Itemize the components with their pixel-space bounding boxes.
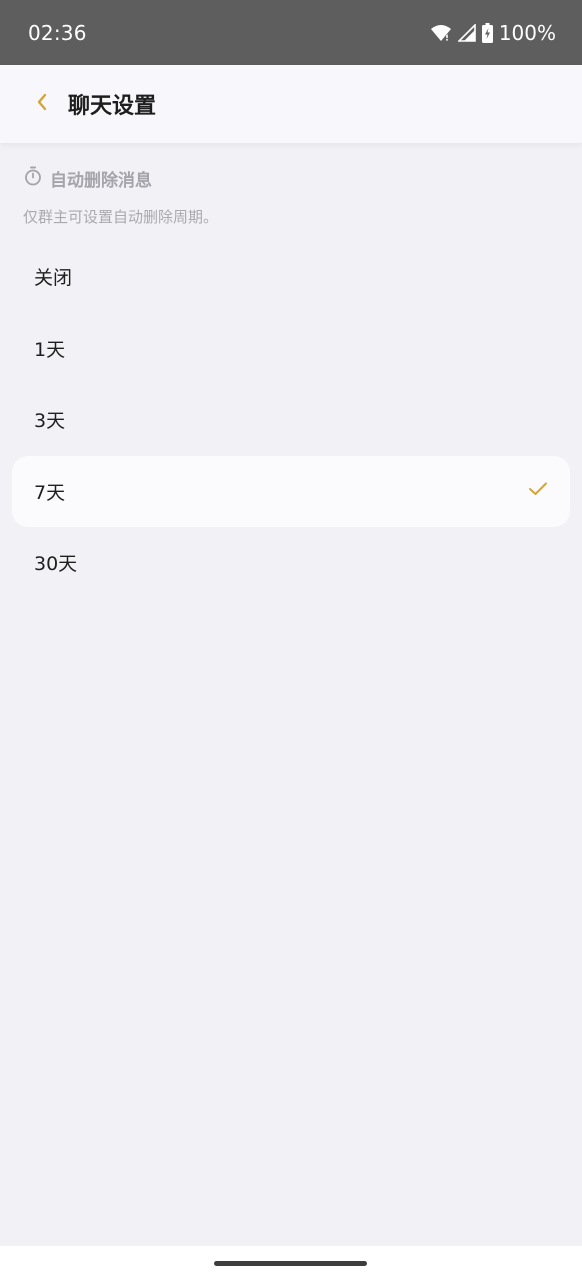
status-time: 02:36	[28, 20, 87, 45]
battery-charging-icon	[481, 22, 493, 43]
option-3-days[interactable]: 3天	[12, 384, 570, 456]
page-title: 聊天设置	[68, 94, 157, 119]
option-1-day[interactable]: 1天	[12, 313, 570, 385]
option-label: 30天	[34, 553, 78, 576]
option-label: 3天	[34, 410, 66, 433]
battery-percent: 100%	[498, 20, 556, 45]
option-30-days[interactable]: 30天	[12, 527, 570, 599]
section-description: 仅群主可设置自动删除周期。	[23, 208, 219, 226]
option-label: 关闭	[34, 267, 73, 290]
timer-icon	[24, 166, 42, 191]
back-button[interactable]	[22, 84, 62, 124]
auto-delete-options: 关闭 1天 3天 7天 30天	[12, 241, 570, 599]
option-7-days[interactable]: 7天	[12, 455, 570, 527]
navigation-bar	[0, 1246, 582, 1280]
section-header: 自动删除消息	[24, 166, 152, 191]
signal-icon	[457, 23, 476, 42]
chevron-left-icon	[35, 92, 49, 116]
app-header: 聊天设置	[0, 65, 582, 143]
section-title: 自动删除消息	[50, 171, 152, 191]
option-label: 1天	[34, 338, 66, 361]
option-label: 7天	[34, 481, 66, 504]
status-icons: 100%	[430, 21, 556, 45]
check-icon	[528, 480, 548, 502]
home-indicator[interactable]	[214, 1261, 367, 1266]
status-bar: 02:36 100%	[0, 0, 582, 65]
option-off[interactable]: 关闭	[12, 241, 570, 313]
wifi-icon	[430, 24, 452, 42]
